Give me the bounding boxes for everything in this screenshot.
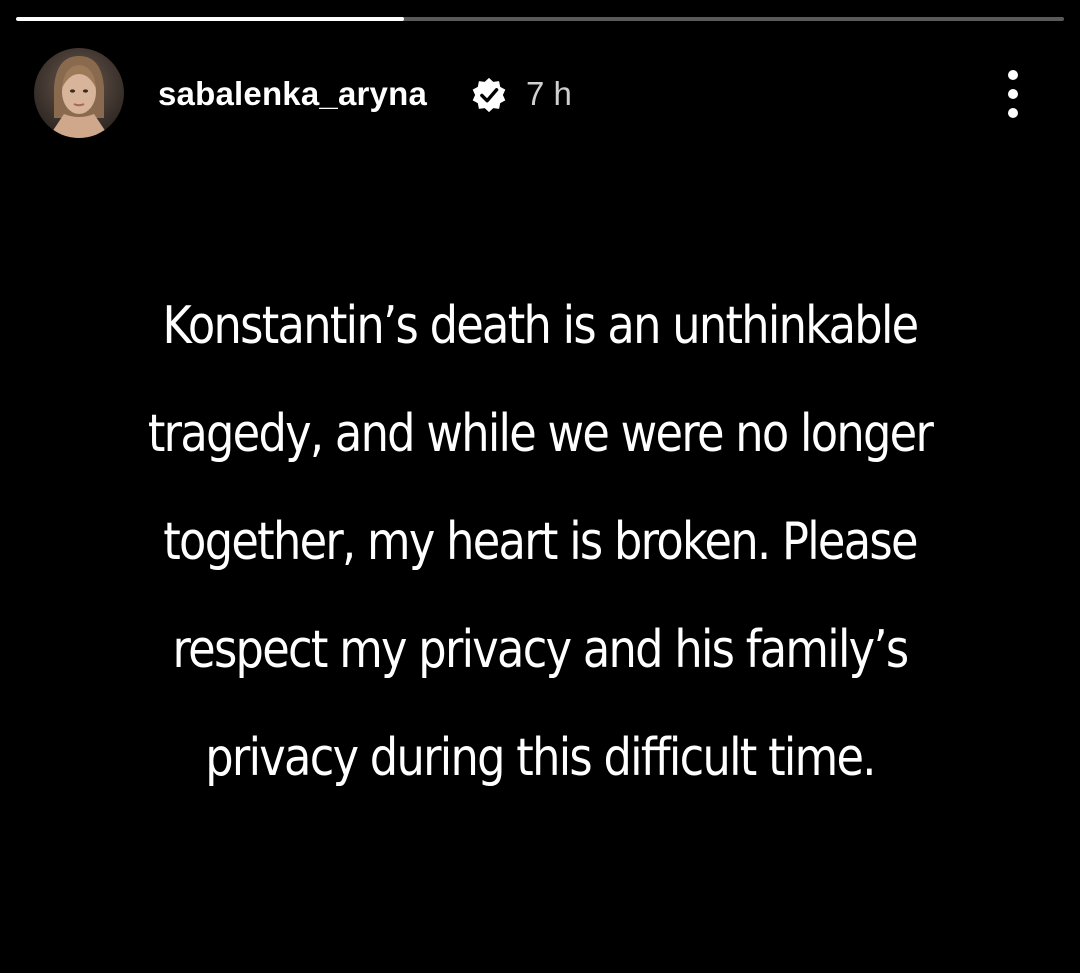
post-timestamp: 7 h (526, 75, 572, 112)
story-progress-bar (16, 17, 1064, 21)
more-vertical-icon (1008, 70, 1018, 80)
verified-badge-icon (472, 77, 506, 113)
more-options-button[interactable] (992, 66, 1034, 122)
more-vertical-icon (1008, 108, 1018, 118)
more-vertical-icon (1008, 89, 1018, 99)
story-progress-fill (16, 17, 404, 21)
avatar-image (34, 48, 124, 138)
story-header: sabalenka_aryna 7 h (0, 48, 1080, 140)
username[interactable]: sabalenka_aryna (158, 74, 427, 114)
avatar[interactable] (34, 48, 124, 138)
story-message: Konstantin’s death is an unthinkable tra… (147, 296, 934, 788)
